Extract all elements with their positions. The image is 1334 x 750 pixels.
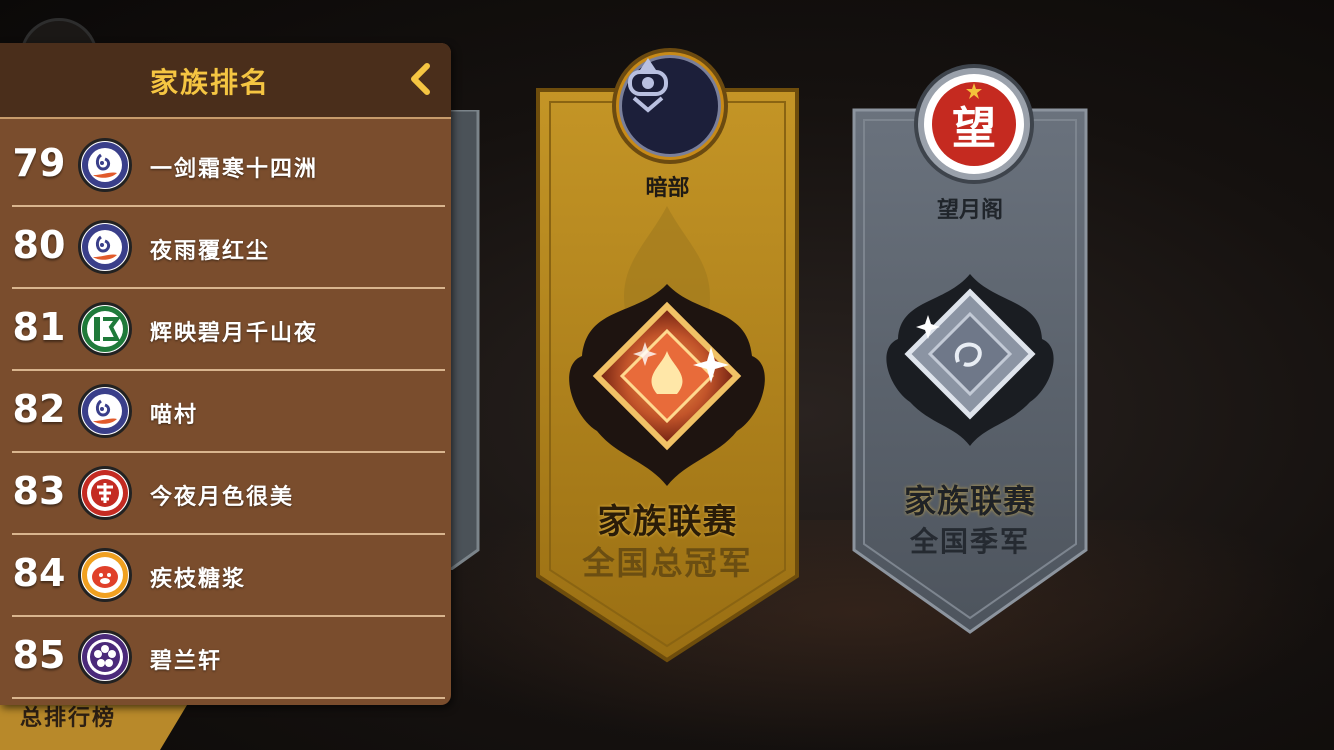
rank-number: 82 — [12, 387, 66, 431]
ranking-list[interactable]: 79 一剑霜寒十四洲 80 夜雨覆红尘 81 辉映碧月千山夜 82 喵村 83 … — [12, 125, 445, 699]
ranking-row[interactable]: 80 夜雨覆红尘 — [12, 207, 445, 289]
ranking-row[interactable]: 83 今夜月色很美 — [12, 453, 445, 535]
rank-number: 83 — [12, 469, 66, 513]
family-name: 一剑霜寒十四洲 — [150, 157, 319, 182]
champion-family-name: 暗部 — [645, 176, 690, 201]
rank-number: 80 — [12, 223, 66, 267]
rank-number: 84 — [12, 551, 66, 595]
family-badge-icon — [78, 220, 132, 274]
champion-subtitle: 全国总冠军 — [582, 544, 753, 582]
third-family-name: 望月阁 — [936, 198, 1003, 223]
family-badge-icon — [78, 466, 132, 520]
ranking-row[interactable]: 79 一剑霜寒十四洲 — [12, 125, 445, 207]
family-badge-icon — [78, 302, 132, 356]
champion-title: 家族联赛 — [597, 502, 738, 542]
rank-number: 79 — [12, 141, 66, 185]
family-name: 今夜月色很美 — [150, 485, 295, 510]
third-place-banner[interactable]: 望 望月阁 家族联赛 全国季军 — [852, 64, 1088, 636]
rank-number: 81 — [12, 305, 66, 349]
third-title: 家族联赛 — [903, 482, 1036, 520]
family-name: 辉映碧月千山夜 — [150, 321, 319, 346]
family-badge-icon — [78, 138, 132, 192]
wangyue-emblem-icon: 望 — [914, 64, 1034, 184]
rank-number: 85 — [12, 633, 66, 677]
champion-banner[interactable]: 暗部 家族联赛 全国总冠军 — [536, 46, 799, 666]
family-badge-icon — [78, 384, 132, 438]
family-name: 疾枝糖浆 — [150, 567, 247, 592]
ranking-row[interactable]: 84 疾枝糖浆 — [12, 535, 445, 617]
panel-title: 家族排名 — [149, 66, 270, 99]
third-subtitle: 全国季军 — [909, 525, 1030, 558]
ranking-row[interactable]: 81 辉映碧月千山夜 — [12, 289, 445, 371]
anbu-emblem-icon — [612, 48, 728, 164]
family-badge-icon — [78, 630, 132, 684]
back-button[interactable] — [400, 57, 440, 101]
chevron-left-icon — [411, 63, 430, 95]
family-name: 碧兰轩 — [150, 649, 223, 674]
family-name: 夜雨覆红尘 — [150, 239, 271, 264]
family-ranking-panel: 家族排名 79 一剑霜寒十四洲 80 夜雨覆红尘 81 辉映碧月千山夜 82 喵… — [0, 43, 451, 705]
ranking-row[interactable]: 85 碧兰轩 — [12, 617, 445, 699]
family-badge-icon — [78, 548, 132, 602]
ranking-row[interactable]: 82 喵村 — [12, 371, 445, 453]
family-name: 喵村 — [150, 403, 199, 428]
panel-header: 家族排名 — [0, 43, 451, 119]
